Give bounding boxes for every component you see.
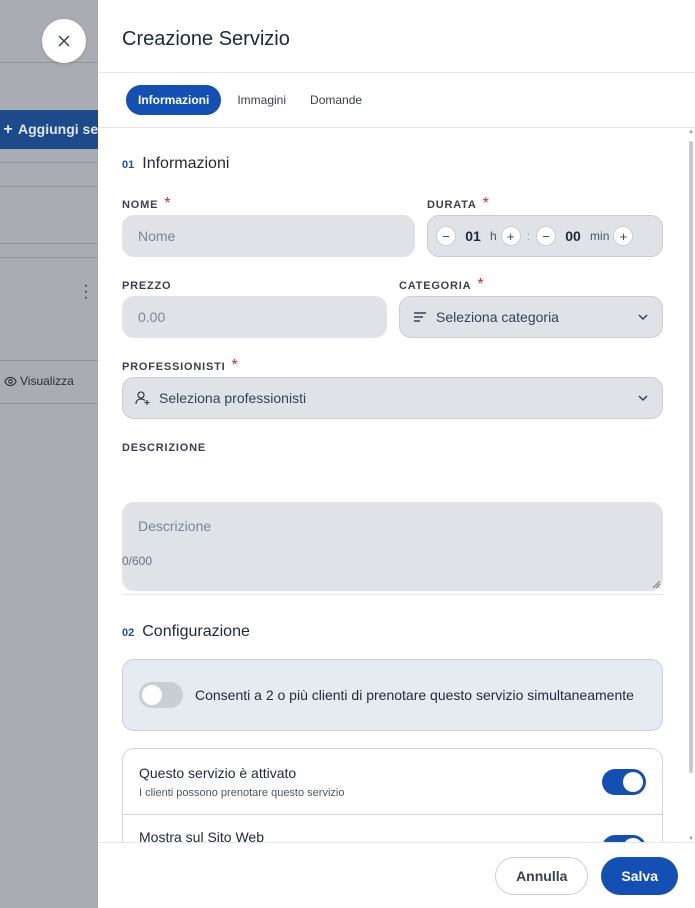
plus-icon: + bbox=[3, 121, 13, 138]
duration-stepper: − 01 h + : − 00 min + bbox=[427, 215, 663, 257]
tab-immagini[interactable]: Immagini bbox=[229, 85, 294, 115]
minutes-value[interactable]: 00 bbox=[560, 228, 586, 244]
cancel-button[interactable]: Annulla bbox=[495, 856, 589, 895]
durata-label-wrap: DURATA * bbox=[427, 195, 489, 213]
drawer-header: Creazione Servizio bbox=[98, 0, 695, 73]
minutes-increment-button[interactable]: + bbox=[613, 226, 634, 246]
background-divider bbox=[0, 162, 98, 163]
descrizione-label-wrap: DESCRIZIONE bbox=[122, 438, 206, 456]
close-drawer-button[interactable] bbox=[42, 19, 86, 63]
duration-separator: : bbox=[526, 229, 531, 243]
form-scroll-area[interactable]: 01 Informazioni NOME * Nome DURATA * − 01 … bbox=[98, 129, 695, 842]
hours-value[interactable]: 01 bbox=[460, 228, 486, 244]
section-number: 02 bbox=[122, 627, 135, 639]
form-content: 01 Informazioni bbox=[98, 155, 695, 173]
prezzo-input[interactable]: 0.00 bbox=[122, 296, 387, 338]
chevron-down-icon bbox=[638, 395, 648, 402]
row-subtitle: I clienti possono prenotare questo servi… bbox=[139, 786, 345, 799]
background-divider bbox=[0, 257, 98, 258]
save-button[interactable]: Salva bbox=[601, 856, 678, 895]
background-page: + Aggiungi se · · · Visualizza bbox=[0, 0, 98, 908]
professionisti-select[interactable]: Seleziona professionisti bbox=[122, 377, 663, 419]
section-config-heading: 02 Configurazione bbox=[122, 623, 250, 641]
background-divider bbox=[0, 243, 98, 244]
nome-label-wrap: NOME * bbox=[122, 195, 170, 213]
required-mark: * bbox=[231, 357, 238, 374]
section-title: Configurazione bbox=[142, 623, 250, 640]
section-divider bbox=[122, 594, 663, 595]
required-mark: * bbox=[482, 195, 489, 212]
minutes-decrement-button[interactable]: − bbox=[536, 226, 557, 246]
nome-label: NOME bbox=[122, 199, 159, 211]
service-active-row: Questo servizio è attivato I clienti pos… bbox=[123, 749, 662, 815]
drawer-footer: Annulla Salva bbox=[98, 842, 695, 908]
scroll-up-arrow-icon[interactable]: ▲ bbox=[688, 129, 694, 135]
required-mark: * bbox=[477, 276, 484, 293]
simultaneous-booking-toggle[interactable] bbox=[139, 682, 183, 708]
row-title: Mostra sul Sito Web bbox=[139, 829, 265, 842]
descrizione-label: DESCRIZIONE bbox=[122, 442, 206, 454]
resize-handle-icon[interactable] bbox=[653, 581, 660, 588]
kebab-menu-icon[interactable]: · · · bbox=[80, 278, 92, 306]
categoria-label: CATEGORIA bbox=[399, 280, 472, 292]
simultaneous-booking-text: Consenti a 2 o più clienti di prenotare … bbox=[195, 687, 634, 703]
nome-input[interactable]: Nome bbox=[122, 215, 415, 257]
simultaneous-booking-box: Consenti a 2 o più clienti di prenotare … bbox=[122, 659, 663, 731]
minutes-unit: min bbox=[590, 229, 610, 243]
hours-unit: h bbox=[490, 229, 497, 243]
show-on-website-row: Mostra sul Sito Web bbox=[123, 815, 662, 842]
char-counter: 0/600 bbox=[122, 554, 153, 568]
prezzo-label-wrap: PREZZO bbox=[122, 276, 171, 294]
descrizione-textarea[interactable]: Descrizione bbox=[122, 502, 663, 591]
categoria-select[interactable]: Seleziona categoria bbox=[399, 296, 663, 338]
section-title: Informazioni bbox=[142, 155, 230, 172]
add-user-icon bbox=[135, 391, 150, 405]
view-link[interactable]: Visualizza bbox=[4, 374, 74, 388]
toggle-knob bbox=[142, 685, 162, 705]
tab-bar: Informazioni Immagini Domande bbox=[98, 73, 695, 128]
prezzo-label: PREZZO bbox=[122, 280, 172, 292]
create-service-drawer: Creazione Servizio Informazioni Immagini… bbox=[98, 0, 695, 908]
scroll-thumb[interactable] bbox=[689, 141, 693, 773]
chevron-down-icon bbox=[638, 314, 648, 321]
service-settings-card: Questo servizio è attivato I clienti pos… bbox=[122, 748, 663, 842]
show-on-website-toggle[interactable] bbox=[602, 835, 646, 842]
add-service-button[interactable]: + Aggiungi se bbox=[0, 110, 98, 149]
section-info-heading: 01 Informazioni bbox=[122, 155, 663, 173]
sort-lines-icon bbox=[414, 312, 426, 322]
background-divider bbox=[0, 186, 98, 187]
durata-label: DURATA bbox=[427, 199, 477, 211]
hours-increment-button[interactable]: + bbox=[500, 226, 521, 246]
close-icon bbox=[58, 35, 70, 47]
toggle-knob bbox=[623, 771, 643, 792]
tab-informazioni[interactable]: Informazioni bbox=[126, 85, 222, 115]
background-divider bbox=[0, 360, 98, 361]
eye-icon bbox=[4, 376, 17, 386]
professionisti-label: PROFESSIONISTI bbox=[122, 361, 226, 373]
row-title: Questo servizio è attivato bbox=[139, 764, 297, 781]
professionisti-label-wrap: PROFESSIONISTI * bbox=[122, 357, 238, 375]
background-divider bbox=[0, 403, 98, 404]
drawer-title: Creazione Servizio bbox=[122, 28, 290, 50]
tab-domande[interactable]: Domande bbox=[302, 85, 370, 115]
service-active-toggle[interactable] bbox=[602, 768, 646, 795]
required-mark: * bbox=[164, 195, 171, 212]
hours-decrement-button[interactable]: − bbox=[436, 226, 456, 246]
scrollbar[interactable]: ▲ ▼ bbox=[687, 129, 695, 842]
categoria-label-wrap: CATEGORIA * bbox=[399, 276, 484, 294]
section-number: 01 bbox=[122, 159, 135, 171]
